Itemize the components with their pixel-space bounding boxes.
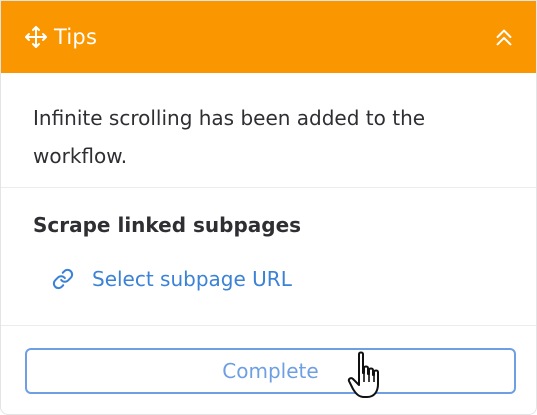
panel-title: Tips bbox=[54, 25, 98, 49]
chevrons-up-icon[interactable] bbox=[490, 23, 518, 51]
select-subpage-url-label[interactable]: Select subpage URL bbox=[92, 267, 292, 291]
section-divider bbox=[1, 187, 536, 188]
tips-panel: Tips Infinite scrolling has been added t… bbox=[0, 0, 537, 415]
link-icon bbox=[51, 267, 75, 291]
tip-message: Infinite scrolling has been added to the… bbox=[33, 106, 426, 168]
actions-divider bbox=[1, 325, 536, 326]
select-subpage-url-link[interactable]: Select subpage URL bbox=[51, 267, 292, 291]
complete-button[interactable]: Complete bbox=[25, 348, 516, 394]
move-arrows-icon[interactable] bbox=[23, 24, 49, 50]
subpages-section-title: Scrape linked subpages bbox=[33, 213, 302, 237]
tips-header[interactable]: Tips bbox=[1, 1, 536, 73]
